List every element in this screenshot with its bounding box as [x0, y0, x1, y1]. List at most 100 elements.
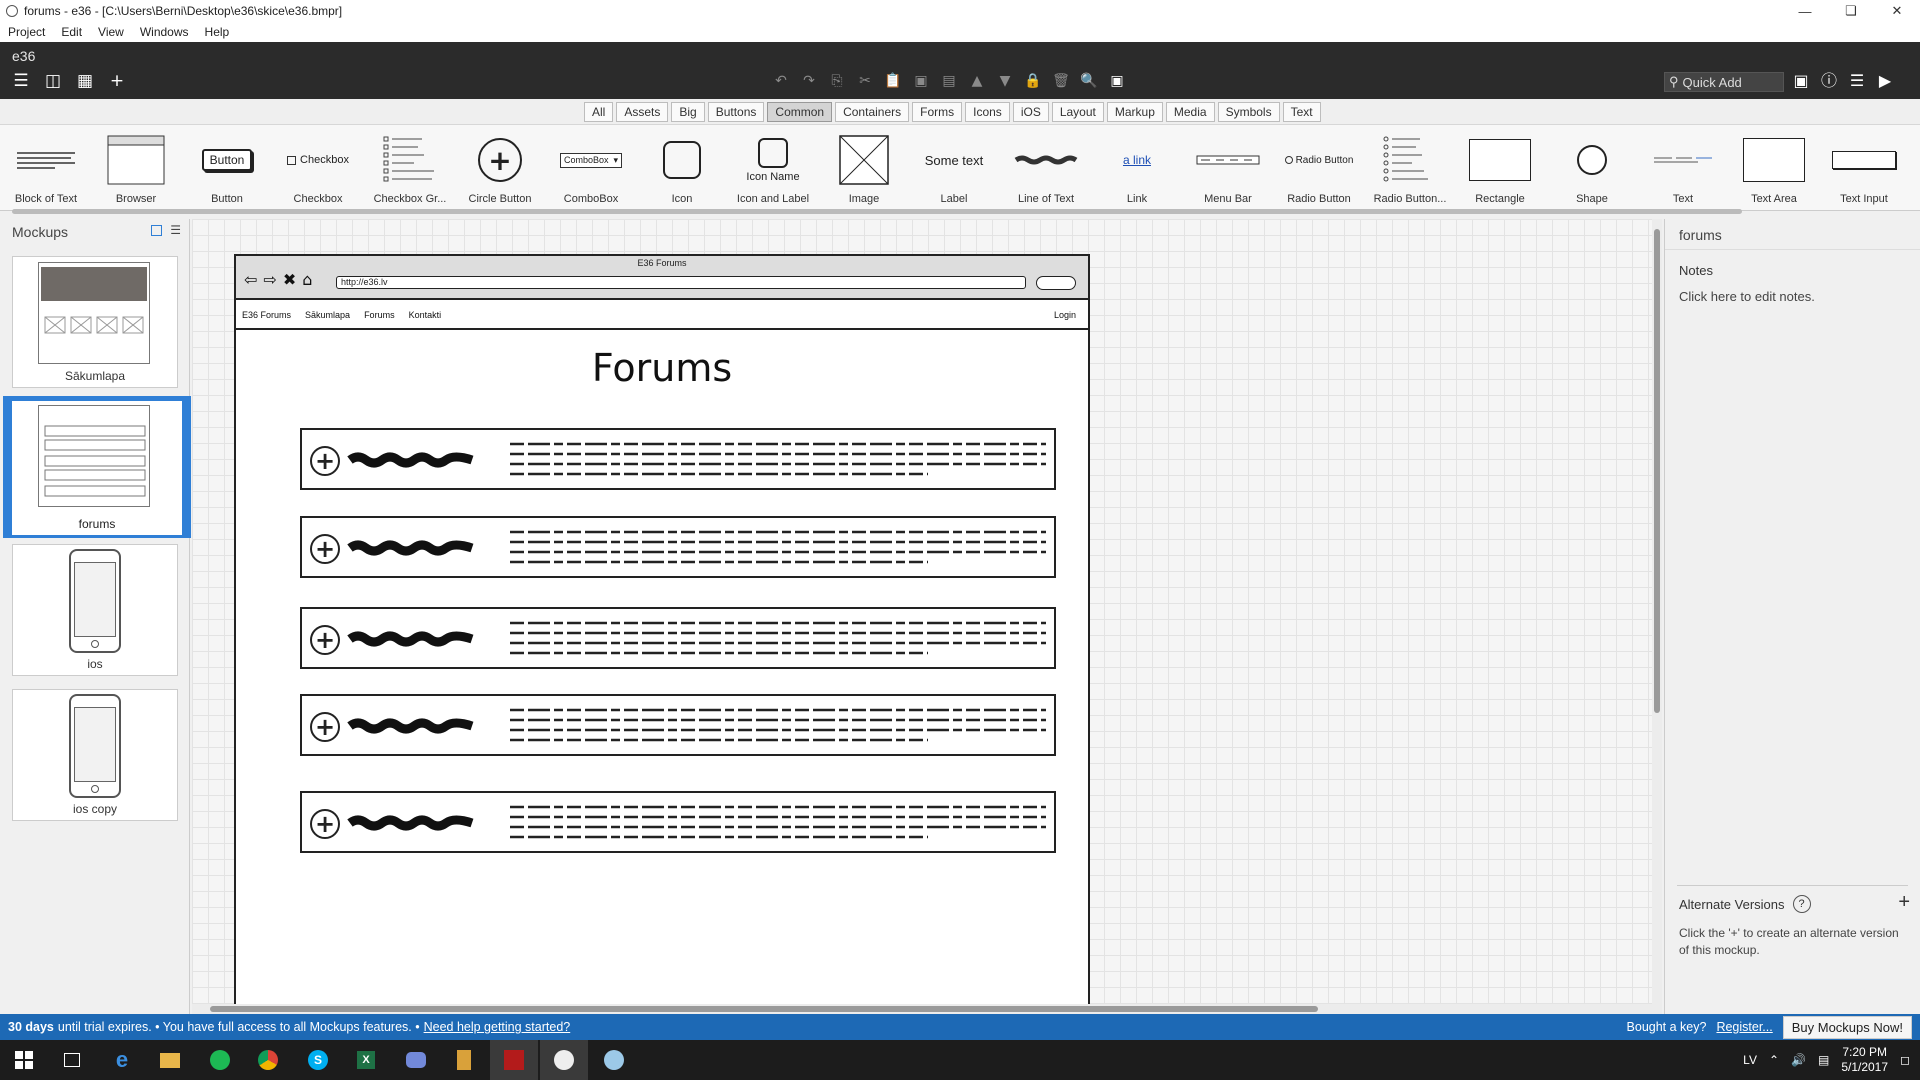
taskbar-acrobat[interactable] — [490, 1040, 538, 1080]
menu-project[interactable]: Project — [8, 25, 45, 39]
mockup-thumb-ios-copy[interactable]: ios copy — [12, 689, 178, 821]
mockup-browser[interactable]: E36 Forums ⇦ ⇨ ✖ ⌂ http://e36.lv E36 For… — [234, 254, 1090, 1004]
info-icon[interactable]: ⓘ — [1820, 72, 1838, 90]
taskbar-excel[interactable]: X — [342, 1040, 390, 1080]
redo-icon[interactable]: ↷ — [800, 72, 818, 90]
send-back-icon[interactable]: ▼ — [996, 72, 1014, 90]
mockup-forum-row[interactable]: + — [300, 694, 1056, 756]
mockup-forum-row[interactable]: + — [300, 516, 1056, 578]
category-markup[interactable]: Markup — [1106, 102, 1163, 122]
taskbar-spotify[interactable] — [196, 1040, 244, 1080]
presentation-icon[interactable]: ▶ — [1876, 72, 1894, 90]
find-icon[interactable]: 🔍 — [1080, 72, 1098, 90]
lib-circle-button[interactable]: + Circle Button — [456, 125, 544, 211]
mockup-thumb-ios[interactable]: ios — [12, 544, 178, 676]
list-view-icon[interactable]: ☰ — [170, 224, 181, 236]
category-ios[interactable]: iOS — [1012, 102, 1049, 122]
start-button[interactable] — [0, 1040, 48, 1080]
canvas-horizontal-scrollbar[interactable] — [192, 1004, 1662, 1014]
list-icon[interactable]: ☰ — [1848, 72, 1866, 90]
copy-icon[interactable]: ⎘ — [828, 72, 846, 90]
help-icon[interactable]: ? — [1792, 895, 1811, 913]
category-symbols[interactable]: Symbols — [1217, 102, 1280, 122]
category-big[interactable]: Big — [671, 102, 705, 122]
canvas-vertical-scrollbar[interactable] — [1652, 219, 1662, 1004]
lib-link[interactable]: a link Link — [1093, 125, 1181, 211]
clock[interactable]: 7:20 PM 5/1/2017 — [1841, 1045, 1888, 1075]
lib-text-input[interactable]: Text Input — [1820, 125, 1908, 211]
taskbar-app[interactable] — [440, 1040, 488, 1080]
lib-rectangle[interactable]: Rectangle — [1456, 125, 1544, 211]
paste-icon[interactable]: 📋 — [884, 72, 902, 90]
mockup-thumb-sakumlapa[interactable]: Sākumlapa — [12, 256, 178, 388]
category-assets[interactable]: Assets — [616, 102, 669, 122]
mockup-thumb-forums[interactable]: forums — [3, 396, 191, 538]
menu-view[interactable]: View — [98, 25, 124, 39]
canvas[interactable]: E36 Forums ⇦ ⇨ ✖ ⌂ http://e36.lv E36 For… — [192, 219, 1652, 1004]
taskbar-chrome[interactable] — [244, 1040, 292, 1080]
delete-icon[interactable]: 🗑 — [1052, 72, 1070, 90]
category-containers[interactable]: Containers — [835, 102, 910, 122]
category-icons[interactable]: Icons — [965, 102, 1010, 122]
help-link[interactable]: Need help getting started? — [424, 1020, 571, 1034]
lib-icon[interactable]: Icon — [638, 125, 726, 211]
mockup-name[interactable]: forums — [1679, 227, 1722, 243]
lib-checkbox[interactable]: Checkbox Checkbox — [274, 125, 362, 211]
category-forms[interactable]: Forms — [912, 102, 963, 122]
taskbar-edge[interactable]: e — [98, 1040, 146, 1080]
volume-icon[interactable]: 🔊 — [1791, 1053, 1806, 1067]
bring-front-icon[interactable]: ▲ — [968, 72, 986, 90]
lib-combobox[interactable]: ComboBox ▾ ComboBox — [547, 125, 635, 211]
minimize-button[interactable]: — — [1782, 0, 1828, 22]
lib-radio-button[interactable]: Radio Button Radio Button — [1275, 125, 1363, 211]
scrollbar-thumb[interactable] — [210, 1006, 1318, 1012]
lib-label[interactable]: Some text Label — [910, 125, 998, 211]
notes-edit-area[interactable]: Click here to edit notes. — [1679, 289, 1815, 304]
show-hidden-icons-icon[interactable]: ⌃ — [1769, 1053, 1779, 1067]
library-scrollbar[interactable] — [12, 209, 1742, 214]
task-view-button[interactable] — [48, 1040, 96, 1080]
ungroup-icon[interactable]: ▤ — [940, 72, 958, 90]
undo-icon[interactable]: ↶ — [772, 72, 790, 90]
taskbar-skype[interactable]: S — [294, 1040, 342, 1080]
fullscreen-icon[interactable]: ▣ — [1108, 72, 1126, 90]
register-link[interactable]: Register... — [1716, 1020, 1772, 1034]
lib-line-of-text[interactable]: Line of Text — [1002, 125, 1090, 211]
lib-shape[interactable]: Shape — [1548, 125, 1636, 211]
lib-icon-and-label[interactable]: Icon Name Icon and Label — [729, 125, 817, 211]
lib-image[interactable]: Image — [820, 125, 908, 211]
mockup-forum-row[interactable]: + — [300, 428, 1056, 490]
lib-checkbox-group[interactable]: Checkbox Gr... — [366, 125, 454, 211]
buy-now-button[interactable]: Buy Mockups Now! — [1782, 1015, 1912, 1039]
taskbar-discord[interactable] — [392, 1040, 440, 1080]
menu-edit[interactable]: Edit — [61, 25, 82, 39]
grid-view-icon[interactable]: ▦ — [76, 72, 94, 90]
lib-text-area[interactable]: Text Area — [1730, 125, 1818, 211]
taskbar-file-explorer[interactable] — [146, 1040, 194, 1080]
taskbar-paint[interactable] — [590, 1040, 638, 1080]
network-icon[interactable]: ▤ — [1818, 1053, 1829, 1067]
menu-help[interactable]: Help — [205, 25, 230, 39]
keyboard-language[interactable]: LV — [1743, 1053, 1757, 1067]
scrollbar-thumb[interactable] — [1654, 229, 1660, 713]
category-text[interactable]: Text — [1282, 102, 1321, 122]
notifications-icon[interactable]: ◻ — [1900, 1053, 1910, 1067]
lib-browser[interactable]: Browser — [92, 125, 180, 211]
mockup-forum-row[interactable]: + — [300, 791, 1056, 853]
category-layout[interactable]: Layout — [1051, 102, 1104, 122]
lib-radio-button-group[interactable]: Radio Button... — [1366, 125, 1454, 211]
cut-icon[interactable]: ✂ — [856, 72, 874, 90]
category-all[interactable]: All — [584, 102, 614, 122]
thumbnail-view-icon[interactable] — [151, 225, 163, 236]
close-button[interactable]: ✕ — [1874, 0, 1920, 22]
lib-block-of-text[interactable]: Block of Text — [2, 125, 90, 211]
hamburger-menu-icon[interactable]: ☰ — [12, 72, 30, 90]
lib-menu-bar[interactable]: Menu Bar — [1184, 125, 1272, 211]
lib-button[interactable]: Button Button — [183, 125, 271, 211]
menu-windows[interactable]: Windows — [140, 25, 189, 39]
category-media[interactable]: Media — [1165, 102, 1215, 122]
group-icon[interactable]: ▣ — [912, 72, 930, 90]
add-mockup-icon[interactable]: + — [108, 72, 126, 90]
lock-icon[interactable]: 🔒 — [1024, 72, 1042, 90]
add-alternate-icon[interactable]: + — [1898, 891, 1910, 914]
